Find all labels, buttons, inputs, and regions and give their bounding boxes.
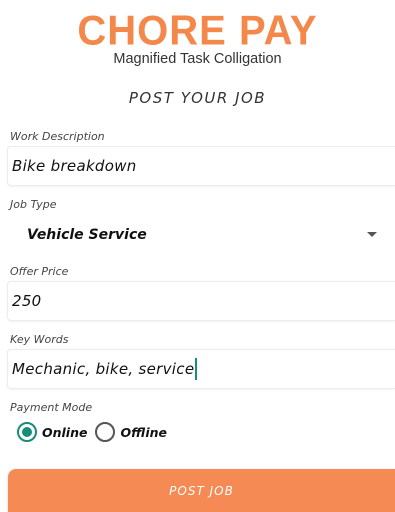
- app-logo: CHORE PAY: [77, 7, 318, 55]
- key-words-label: Key Words: [10, 333, 69, 346]
- chevron-down-icon: [367, 232, 377, 237]
- payment-offline-radio[interactable]: Offline: [95, 422, 167, 442]
- text-cursor: [195, 358, 198, 380]
- payment-mode-label: Payment Mode: [10, 401, 93, 414]
- key-words-input[interactable]: Mechanic, bike, service: [12, 360, 194, 378]
- job-type-label: Job Type: [10, 198, 57, 211]
- payment-online-label: Online: [42, 424, 88, 440]
- post-job-button[interactable]: POST JOB: [8, 469, 395, 512]
- job-type-select[interactable]: Vehicle Service: [7, 218, 395, 252]
- offer-price-input[interactable]: [12, 292, 395, 310]
- payment-offline-label: Offline: [120, 424, 168, 440]
- radio-unchecked-icon: [95, 422, 116, 442]
- payment-online-radio[interactable]: Online: [17, 422, 87, 442]
- job-type-selected-value: Vehicle Service: [27, 227, 147, 243]
- offer-price-field[interactable]: [7, 281, 395, 321]
- radio-checked-icon: [17, 422, 37, 442]
- page-title: POST YOUR JOB: [128, 89, 267, 107]
- key-words-field[interactable]: Mechanic, bike, service: [7, 349, 395, 389]
- work-description-field[interactable]: [7, 146, 395, 186]
- payment-mode-radio-group: Online Offline: [17, 422, 175, 442]
- offer-price-label: Offer Price: [10, 265, 69, 278]
- work-description-input[interactable]: [12, 157, 395, 175]
- work-description-label: Work Description: [10, 130, 105, 143]
- app-header: CHORE PAY Magnified Task Colligation: [0, 8, 395, 67]
